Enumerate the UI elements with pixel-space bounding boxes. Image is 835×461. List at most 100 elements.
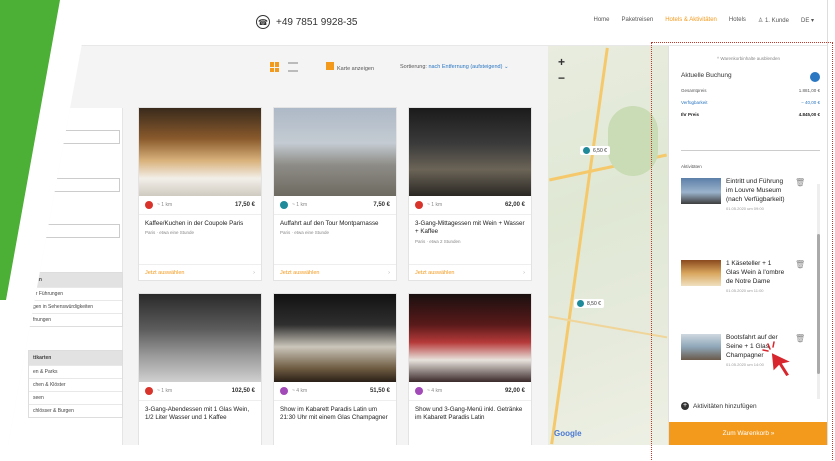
activity-card[interactable]: ~ 1 km 102,50 € 3-Gang-Abendessen mit 1 … [138,293,262,445]
card-price: 17,50 € [234,202,255,208]
card-meta: ~ 4 km 51,50 € [274,382,396,401]
category-dot [415,387,423,395]
mouse-cursor-icon [762,341,795,378]
card-meta: ~ 1 km 17,50 € [139,196,261,215]
card-title: Auffahrt auf den Tour Montparnasse [280,220,379,227]
card-title: Show im Kabarett Paradis Latin um 21:30 … [280,406,388,422]
card-subtitle: Paris · etwa 2 Stunden [415,238,461,244]
card-meta: ~ 4 km 92,00 € [409,382,531,401]
card-distance: ~ 4 km [427,388,443,394]
map-toggle-label: Karte anzeigen [337,66,374,72]
filter-section-2: ttkarten en & Parks chen & Klöster seen … [28,350,123,418]
card-subtitle: Paris · etwa eine Stunde [280,230,330,236]
pin-marker [577,300,584,307]
nav-item-paketreisen[interactable]: Paketreisen [622,17,654,24]
google-attribution: Google [554,429,582,438]
phone-icon: ☎ [256,15,270,29]
activity-photo [274,294,396,382]
grid-view-icon[interactable] [270,62,280,72]
select-button[interactable]: Jetzt auswählen › [274,264,396,280]
map-price-pin[interactable]: 8,50 € [574,299,604,308]
pin-price: 6,50 € [593,147,607,154]
map-toggle-checkbox[interactable] [326,62,334,70]
nav-item-home[interactable]: Home [593,17,609,24]
nav-item-user[interactable]: ♙ 1. Kunde [758,17,789,24]
activity-card[interactable]: ~ 1 km 62,00 € 3-Gang-Mittagessen mit We… [408,107,532,281]
filter-option[interactable]: gen in Sehenswürdigkeiten [29,300,122,313]
category-dot [415,201,423,209]
filter-text-input[interactable] [28,224,120,238]
nav-item-hotels[interactable]: Hotels [729,17,746,24]
list-view-icon[interactable] [288,62,298,72]
chevron-right-icon: › [253,270,255,276]
category-dot [145,201,153,209]
activity-card[interactable]: ~ 1 km 17,50 € Kaffee/Kuchen in der Coup… [138,107,262,281]
filter-option[interactable]: er Führungen [29,287,122,300]
map-price-pin[interactable]: 6,50 € [580,146,610,155]
filter-select-1[interactable] [28,130,120,144]
activity-photo [139,294,261,382]
filter-section-2-header[interactable]: ttkarten [29,351,122,365]
filter-select-2[interactable]: ten [28,178,120,192]
card-price: 102,50 € [231,388,255,394]
card-subtitle: Paris · etwa eine Stunde [145,230,195,236]
activity-photo [409,108,531,196]
filter-option[interactable]: chen & Klöster [29,378,122,391]
select-button-label: Jetzt auswählen [280,270,320,276]
card-distance: ~ 1 km [427,202,443,208]
highlight-frame [651,42,833,461]
top-navigation-bar: ☎ +49 7851 9928-35 Home Paketreisen Hote… [8,0,827,46]
activity-photo [409,294,531,382]
card-price: 62,00 € [504,202,525,208]
language-selector[interactable]: DE ▾ [801,17,814,24]
card-price: 92,00 € [504,388,525,394]
filter-section-1-header[interactable]: gen [29,273,122,287]
map-zoom-controls: + − [558,54,565,86]
card-title: Kaffee/Kuchen in der Coupole Paris [145,220,244,227]
card-meta: ~ 1 km 102,50 € [139,382,261,401]
map-panel[interactable]: + − 6,50 € 8,50 € Google [548,46,668,445]
user-icon: ♙ [757,18,765,24]
card-price: 7,50 € [373,202,390,208]
filter-option[interactable]: fnungen [29,313,122,326]
activity-card[interactable]: ~ 1 km 7,50 € Auffahrt auf den Tour Mont… [273,107,397,281]
map-toggle[interactable]: Karte anzeigen [326,62,374,72]
activity-card[interactable]: ~ 4 km 51,50 € Show im Kabarett Paradis … [273,293,397,445]
card-title: 3-Gang-Mittagessen mit Wein + Wasser + K… [415,220,525,236]
phone-number: +49 7851 9928-35 [276,16,358,28]
main-nav: Home Paketreisen Hotels & Aktivitäten Ho… [593,17,814,24]
user-name: 1. Kunde [764,18,789,24]
chevron-right-icon: › [523,270,525,276]
nav-item-hotels-aktivitaeten[interactable]: Hotels & Aktivitäten [665,17,717,24]
select-button-label: Jetzt auswählen [415,270,455,276]
sort-control[interactable]: Sortierung: nach Entfernung (aufsteigend… [400,64,509,70]
phone-contact[interactable]: ☎ +49 7851 9928-35 [256,15,357,29]
chevron-right-icon: › [388,270,390,276]
filter-option[interactable]: chlösser & Burgen [29,404,122,417]
category-dot [280,201,288,209]
category-dot [280,387,288,395]
filter-option[interactable]: seen [29,391,122,404]
card-distance: ~ 1 km [292,202,308,208]
zoom-in-button[interactable]: + [558,54,565,70]
zoom-out-button[interactable]: − [558,70,565,86]
sort-value: nach Entfernung (aufsteigend) ⌄ [428,64,509,70]
card-distance: ~ 1 km [157,202,173,208]
card-title: 3-Gang-Abendessen mit 1 Glas Wein, 1/2 L… [145,406,250,422]
activity-photo [274,108,396,196]
filter-option[interactable]: en & Parks [29,365,122,378]
activity-photo [139,108,261,196]
card-meta: ~ 1 km 62,00 € [409,196,531,215]
activity-card[interactable]: ~ 4 km 92,00 € Show und 3-Gang-Menü inkl… [408,293,532,445]
card-distance: ~ 4 km [292,388,308,394]
select-button-label: Jetzt auswählen [145,270,185,276]
pin-price: 8,50 € [587,300,601,307]
select-button[interactable]: Jetzt auswählen › [139,264,261,280]
map-road [550,47,609,445]
card-distance: ~ 1 km [157,388,173,394]
filter-section-1: gen er Führungen gen in Sehenswürdigkeit… [28,272,123,327]
card-price: 51,50 € [369,388,390,394]
category-dot [145,387,153,395]
select-button[interactable]: Jetzt auswählen › [409,264,531,280]
sort-label: Sortierung: [400,64,427,70]
